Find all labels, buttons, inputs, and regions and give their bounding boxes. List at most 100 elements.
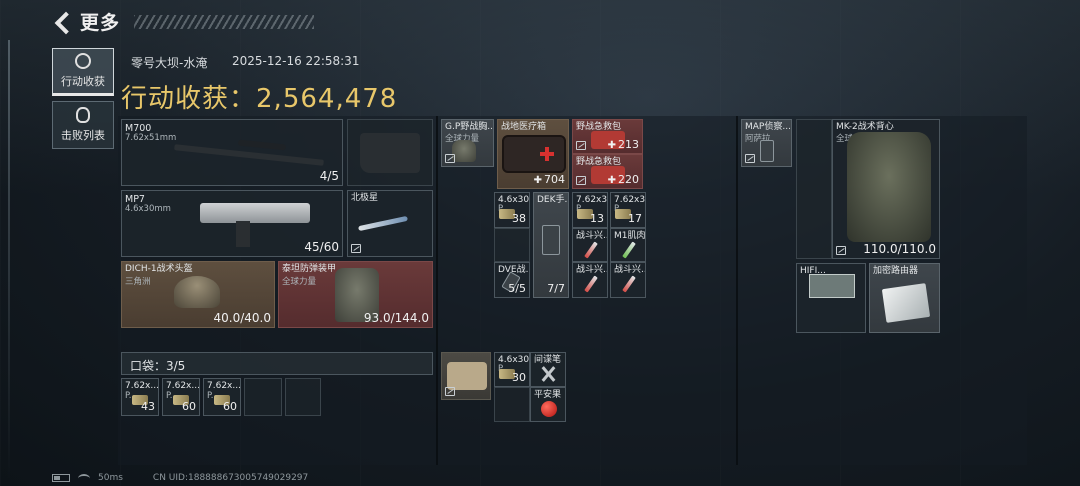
inventory-item[interactable]: 4.6x30 P... 30 bbox=[494, 352, 530, 387]
syringe-image bbox=[584, 275, 598, 293]
smg-magazine-image bbox=[236, 221, 250, 247]
item-count: 60 bbox=[223, 400, 237, 413]
inventory-item[interactable]: 战斗兴... bbox=[572, 262, 608, 298]
inventory-item[interactable]: 间谍笔 bbox=[530, 352, 566, 387]
secondary-weapon-slot[interactable]: MP7 4.6x30mm 45/60 bbox=[121, 190, 343, 257]
durability: 93.0/144.0 bbox=[363, 311, 429, 325]
melee-slot[interactable]: 北极星 bbox=[347, 190, 433, 257]
syringe-image bbox=[584, 241, 598, 259]
back-arrow-icon[interactable] bbox=[52, 11, 72, 33]
item-name: 北极星 bbox=[351, 193, 379, 203]
tab-kill-list[interactable]: 击败列表 bbox=[52, 101, 114, 149]
item-count: 17 bbox=[628, 212, 642, 225]
hifi-device-image bbox=[809, 274, 855, 298]
inventory-item[interactable]: MAP侦察... 阿萨拉 bbox=[741, 119, 792, 167]
ammo-count: 45/60 bbox=[304, 240, 339, 254]
item-count: 7/7 bbox=[547, 282, 565, 295]
pistol-silhouette-icon bbox=[360, 133, 420, 173]
item-name: 战斗兴... bbox=[576, 265, 607, 275]
inventory-item[interactable]: M1肌肉... bbox=[610, 228, 646, 262]
armor-slot[interactable]: 泰坦防弹装甲 全球力量 93.0/144.0 bbox=[278, 261, 433, 328]
pocket-slot-empty[interactable] bbox=[244, 378, 282, 416]
inventory-item[interactable]: 野战急救包 220 bbox=[572, 154, 643, 189]
item-name: 战斗兴... bbox=[576, 231, 607, 241]
item-name: DICH-1战术头盔 bbox=[125, 264, 193, 274]
case-image bbox=[447, 362, 487, 390]
item-name: DEK手... bbox=[537, 195, 568, 205]
pockets-label: 口袋：3/5 bbox=[130, 359, 186, 373]
pocket-slot[interactable]: 7.62x... P... 60 bbox=[203, 378, 241, 416]
device-image bbox=[542, 225, 560, 255]
item-count: 13 bbox=[590, 212, 604, 225]
durability: 40.0/40.0 bbox=[213, 311, 271, 325]
item-brand: 全球力量 bbox=[282, 277, 317, 287]
haul-total: 行动收获：2,564,478 bbox=[121, 78, 397, 115]
screen-edge-decoration bbox=[8, 40, 10, 480]
inventory-slot-empty[interactable] bbox=[494, 228, 530, 262]
smg-image bbox=[200, 203, 310, 223]
inventory-item[interactable]: DVE战... 5/5 bbox=[494, 262, 530, 298]
page-title: 更多 bbox=[80, 12, 121, 34]
chest-rig-slot[interactable]: G.P野战胸... 全球力量 bbox=[441, 119, 494, 167]
inventory-item[interactable]: 战地医疗箱 704 bbox=[497, 119, 569, 189]
router-image bbox=[881, 283, 931, 323]
item-count: 60 bbox=[182, 400, 196, 413]
inventory-item[interactable]: 7.62x3... P... 13 bbox=[572, 192, 608, 228]
skull-icon bbox=[76, 107, 90, 123]
item-name: M1肌肉... bbox=[614, 231, 646, 241]
secured-icon bbox=[576, 176, 586, 185]
durability: 110.0/110.0 bbox=[863, 242, 936, 256]
item-count: 38 bbox=[512, 212, 526, 225]
item-count: 220 bbox=[608, 173, 639, 186]
tactical-vest-image bbox=[847, 132, 931, 242]
wifi-icon bbox=[78, 473, 90, 483]
primary-weapon-slot[interactable]: M700 7.62x51mm 4/5 bbox=[121, 119, 343, 186]
pocket-slot[interactable]: 7.62x... P... 60 bbox=[162, 378, 200, 416]
item-caliber: 4.6x30mm bbox=[125, 204, 171, 214]
knife-image bbox=[358, 215, 408, 232]
syringe-image bbox=[622, 241, 636, 259]
item-name: 间谍笔 bbox=[534, 355, 562, 365]
inventory-item[interactable]: MK-2战术背心 全球力量 110.0/110.0 bbox=[832, 119, 940, 259]
inventory-item[interactable]: 平安果 bbox=[530, 387, 566, 422]
inventory-item[interactable]: DEK手... 7/7 bbox=[533, 192, 569, 298]
pocket-slot[interactable]: 7.62x... P... 43 bbox=[121, 378, 159, 416]
battery-icon bbox=[52, 474, 70, 482]
inventory-item[interactable]: HIFI... bbox=[796, 263, 866, 333]
secured-icon bbox=[836, 246, 846, 255]
inventory-slot-empty[interactable] bbox=[796, 119, 832, 259]
inventory-item[interactable]: 加密路由器 bbox=[869, 263, 940, 333]
inventory-item[interactable]: 野战急救包 213 bbox=[572, 119, 643, 154]
helmet-image bbox=[174, 276, 220, 308]
top-nav: 更多 bbox=[52, 8, 315, 35]
item-count: 30 bbox=[512, 371, 526, 384]
helmet-slot[interactable]: DICH-1战术头盔 三角洲 40.0/40.0 bbox=[121, 261, 275, 328]
target-icon bbox=[75, 53, 91, 69]
secured-icon bbox=[351, 244, 361, 253]
pockets-header: 口袋：3/5 bbox=[121, 352, 433, 375]
container-slot[interactable] bbox=[441, 352, 491, 400]
haul-label: 行动收获： bbox=[121, 84, 257, 114]
status-bar: 50ms CN UID:18888867300574902929​7 bbox=[52, 473, 308, 483]
secured-icon bbox=[445, 154, 455, 163]
inventory-item[interactable]: 7.62x3... P... 17 bbox=[610, 192, 646, 228]
secured-icon bbox=[745, 154, 755, 163]
inventory-item[interactable]: 战斗兴... bbox=[572, 228, 608, 262]
item-count: 43 bbox=[141, 400, 155, 413]
tab-label: 击败列表 bbox=[61, 129, 105, 142]
inventory-item[interactable]: 战斗兴... bbox=[610, 262, 646, 298]
item-name: 战地医疗箱 bbox=[501, 122, 547, 132]
apple-image bbox=[541, 401, 557, 417]
sidearm-slot-empty[interactable] bbox=[347, 119, 433, 186]
inventory-item[interactable]: 4.6x30 P... 38 bbox=[494, 192, 530, 228]
match-datetime: 2025-12-16 22:58:31 bbox=[232, 54, 360, 68]
inventory-slot-empty[interactable] bbox=[494, 387, 530, 422]
rifle-image bbox=[174, 144, 324, 166]
pocket-slot-empty[interactable] bbox=[285, 378, 321, 416]
tab-operation-haul[interactable]: 行动收获 bbox=[52, 48, 114, 96]
item-count: 5/5 bbox=[508, 282, 526, 295]
ping: 50ms bbox=[98, 473, 123, 483]
scope-image bbox=[237, 139, 287, 151]
medkit-image bbox=[502, 135, 566, 173]
item-name: 平安果 bbox=[534, 390, 562, 400]
